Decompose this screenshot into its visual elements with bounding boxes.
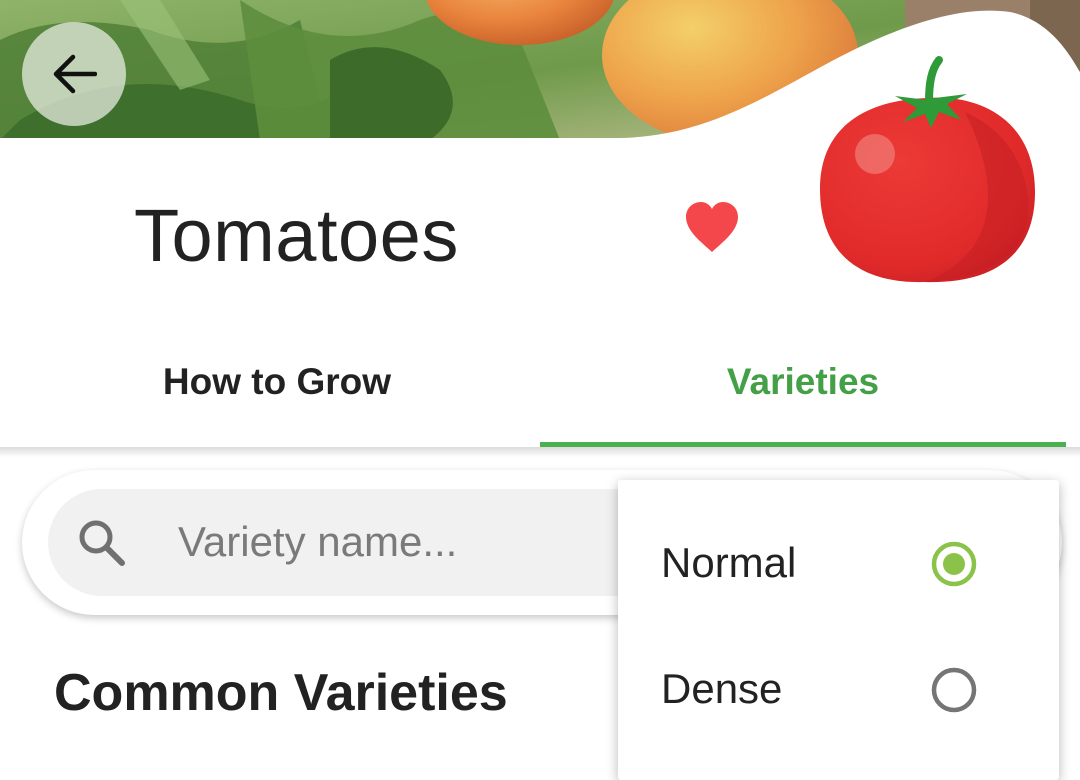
- heart-icon: [686, 202, 738, 252]
- search-icon: [79, 520, 125, 566]
- tab-how-to-grow[interactable]: How to Grow: [14, 320, 540, 444]
- menu-item-dense[interactable]: Dense: [618, 626, 1059, 751]
- density-menu: Normal Dense: [618, 480, 1059, 780]
- page-title: Tomatoes: [134, 194, 459, 277]
- tab-bar-shadow: [0, 447, 1080, 457]
- menu-item-dense-label: Dense: [661, 665, 783, 712]
- menu-item-normal-label: Normal: [661, 539, 797, 586]
- tab-bar: How to Grow Varieties: [0, 320, 1080, 448]
- radio-selected-icon[interactable]: [930, 540, 978, 588]
- tomato-illustration: [820, 56, 1035, 283]
- radio-unselected-icon[interactable]: [930, 666, 978, 714]
- menu-item-normal[interactable]: Normal: [618, 500, 1059, 625]
- search-placeholder: Variety name...: [178, 518, 458, 565]
- section-heading: Common Varieties: [54, 664, 508, 722]
- tab-varieties[interactable]: Varieties: [540, 320, 1066, 444]
- tab-how-to-grow-label: How to Grow: [162, 361, 392, 402]
- favorite-button[interactable]: [683, 200, 741, 259]
- tab-varieties-label: Varieties: [726, 361, 880, 402]
